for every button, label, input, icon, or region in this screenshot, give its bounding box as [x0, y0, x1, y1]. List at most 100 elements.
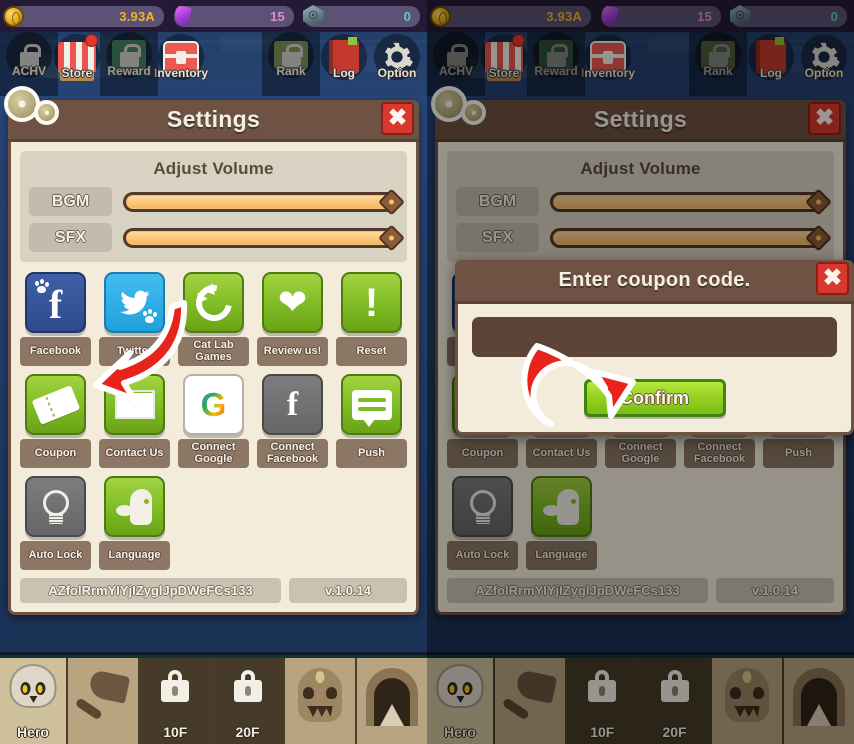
- bgm-slider-knob[interactable]: [378, 188, 405, 215]
- settings-button-coupon[interactable]: Coupon: [20, 374, 91, 468]
- nav-label: Option: [377, 66, 417, 80]
- hero-cell-10f[interactable]: 10F: [140, 658, 213, 744]
- settings-button-label: Facebook: [20, 337, 91, 366]
- account-id[interactable]: AZfolRrmYIYjIZyglJpDWeFCs133: [20, 578, 281, 603]
- account-id[interactable]: AZfolRrmYIYjIZyglJpDWeFCs133: [447, 578, 708, 603]
- nav-item-store[interactable]: Store: [48, 34, 106, 81]
- hero-cell-mask[interactable]: [284, 658, 357, 744]
- nav-item-option[interactable]: Option: [795, 34, 853, 80]
- currency-soul[interactable]: ☉ 0: [302, 5, 420, 27]
- version-label: v.1.0.14: [289, 578, 407, 603]
- confirm-button[interactable]: Confirm: [583, 379, 726, 417]
- reward-icon: [533, 32, 579, 78]
- store-badge-dot: [85, 34, 98, 47]
- hero-cell-hero[interactable]: Hero: [0, 658, 68, 744]
- nav-item-reward[interactable]: Reward: [100, 32, 158, 96]
- settings-dialog: Settings ✖ Adjust Volume BGM SFX: [4, 86, 419, 615]
- settings-button-contact-us[interactable]: Contact Us: [99, 374, 170, 468]
- nav-item-log[interactable]: Log: [315, 34, 373, 80]
- bgm-slider[interactable]: [550, 188, 832, 215]
- settings-button-push[interactable]: Push: [336, 374, 407, 468]
- settings-button-label: Push: [763, 439, 834, 468]
- coupon-actions: Confirm: [472, 379, 837, 417]
- store-badge-dot: [512, 34, 525, 47]
- settings-button-reset[interactable]: ! Reset: [336, 272, 407, 366]
- close-glyph: ✖: [822, 264, 843, 290]
- page-title: Settings: [593, 106, 688, 132]
- currency-gold[interactable]: 3.93A: [2, 5, 164, 27]
- bgm-label: BGM: [29, 187, 112, 216]
- hero-cell-hero[interactable]: Hero: [427, 658, 495, 744]
- close-icon[interactable]: ✖: [816, 262, 849, 295]
- axe-icon: [499, 667, 561, 723]
- coin-icon: [0, 3, 26, 29]
- settings-button-twitter[interactable]: Twitter: [99, 272, 170, 366]
- close-icon[interactable]: ✖: [381, 102, 414, 135]
- nav-label: Inventory: [580, 66, 635, 80]
- settings-button-connect-facebook[interactable]: f Connect Facebook: [257, 374, 328, 468]
- hero-cell-dungeon[interactable]: [783, 658, 854, 744]
- soul-icon: ☉: [300, 3, 326, 29]
- lock-icon: [588, 670, 617, 702]
- settings-button-label: Coupon: [20, 439, 91, 468]
- settings-button-auto-lock[interactable]: Auto Lock: [20, 476, 91, 570]
- exclamation-icon: !: [341, 272, 402, 333]
- settings-footer: AZfolRrmYIYjIZyglJpDWeFCs133 v.1.0.14: [20, 578, 407, 603]
- coupon-dialog: Enter coupon code. ✖ Confirm: [455, 260, 854, 435]
- sfx-slider[interactable]: [550, 224, 832, 251]
- lock-icon: [161, 670, 190, 702]
- cat-lab-icon: [183, 272, 244, 333]
- nav-item-inventory[interactable]: Inventory: [579, 34, 637, 80]
- settings-button-label: Auto Lock: [447, 541, 518, 570]
- reward-icon: [106, 32, 152, 78]
- left-screen: 3.93A 15 ☉ 0 ACHV Store Reward Inventory…: [0, 0, 427, 744]
- currency-gem[interactable]: 15: [601, 5, 721, 27]
- hero-cell-weapon[interactable]: [495, 658, 568, 744]
- sfx-slider[interactable]: [123, 224, 405, 251]
- settings-button-label: Contact Us: [99, 439, 170, 468]
- coupon-dialog-title: Enter coupon code.: [558, 269, 751, 291]
- sfx-slider-knob[interactable]: [378, 224, 405, 251]
- bgm-label: BGM: [456, 187, 539, 216]
- hero-bar: Hero 10F 20F: [427, 655, 854, 744]
- volume-heading: Adjust Volume: [153, 159, 274, 178]
- hero-cell-dungeon[interactable]: [356, 658, 427, 744]
- settings-button-language[interactable]: Language: [99, 476, 170, 570]
- hero-cell-mask[interactable]: [711, 658, 784, 744]
- hero-cell-weapon[interactable]: [68, 658, 141, 744]
- hero-cell-10f[interactable]: 10F: [567, 658, 640, 744]
- settings-button-cat-lab-games[interactable]: Cat Lab Games: [178, 272, 249, 366]
- close-icon[interactable]: ✖: [808, 102, 841, 135]
- nav-item-option[interactable]: Option: [368, 34, 426, 80]
- nav-item-rank[interactable]: Rank: [689, 32, 747, 96]
- sfx-slider-knob[interactable]: [805, 224, 832, 251]
- nav-item-rank[interactable]: Rank: [262, 32, 320, 96]
- facebook-icon: f: [25, 272, 86, 333]
- settings-button-review[interactable]: ❤ Review us!: [257, 272, 328, 366]
- ticket-icon: [25, 374, 86, 435]
- nav-item-reward[interactable]: Reward: [527, 32, 585, 96]
- currency-gem[interactable]: 15: [174, 5, 294, 27]
- settings-button-language[interactable]: Language: [526, 476, 597, 570]
- currency-gold[interactable]: 3.93A: [429, 5, 591, 27]
- hero-cell-20f[interactable]: 20F: [212, 658, 285, 744]
- settings-button-connect-google[interactable]: G Connect Google: [178, 374, 249, 468]
- bgm-slider[interactable]: [123, 188, 405, 215]
- heart-icon: ❤: [262, 272, 323, 333]
- settings-button-facebook[interactable]: f Facebook: [20, 272, 91, 366]
- hero-cell-20f[interactable]: 20F: [639, 658, 712, 744]
- hero-cell-label: 20F: [662, 724, 687, 740]
- currency-soul[interactable]: ☉ 0: [729, 5, 847, 27]
- hero-cell-label: 20F: [235, 724, 260, 740]
- nav-item-inventory[interactable]: Inventory: [152, 34, 210, 80]
- bgm-slider-knob[interactable]: [805, 188, 832, 215]
- screenshot-stage: 3.93A 15 ☉ 0 ACHV Store Reward Inventory…: [0, 0, 854, 744]
- rank-icon: [268, 32, 314, 78]
- settings-grid-row: Coupon Contact Us G Connect Google f: [20, 374, 407, 468]
- settings-button-auto-lock[interactable]: Auto Lock: [447, 476, 518, 570]
- nav-item-store[interactable]: Store: [475, 34, 533, 81]
- coupon-code-input[interactable]: [472, 317, 837, 357]
- nav-item-log[interactable]: Log: [742, 34, 800, 80]
- currency-bar: 3.93A 15 ☉ 0: [427, 0, 854, 32]
- facebook-mono-icon: f: [262, 374, 323, 435]
